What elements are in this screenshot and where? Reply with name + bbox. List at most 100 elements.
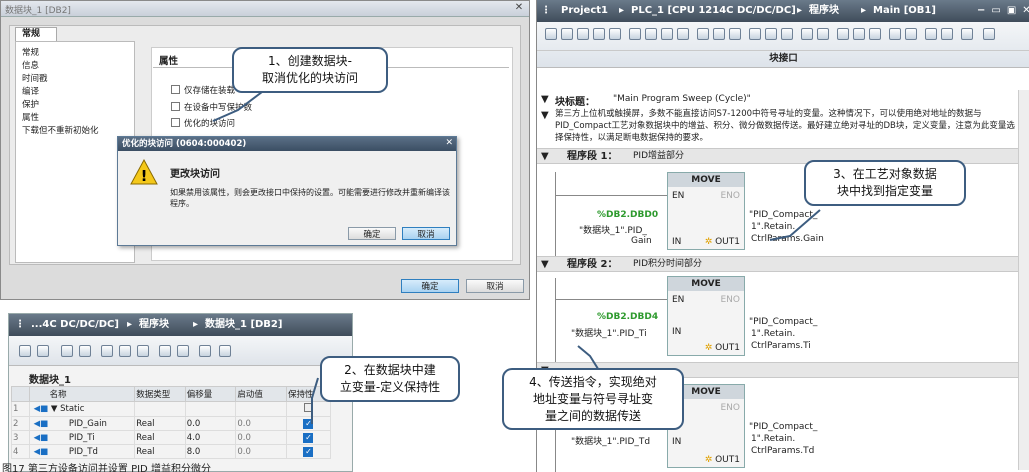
window-controls-icon[interactable]: −▭▣✕ [977, 0, 1029, 22]
comment-collapse-icon[interactable]: ▼ [541, 110, 549, 121]
start-value-icon[interactable] [137, 345, 149, 357]
table-row[interactable]: 1 ◀■ ▼ Static [11, 401, 332, 417]
nav-item-attributes[interactable]: 属性 [22, 111, 39, 123]
callout-text: 块中找到指定变量 [836, 184, 933, 198]
toolbar-icon[interactable] [661, 28, 673, 40]
write-protect-checkbox[interactable] [171, 102, 180, 111]
editor-toolbar: 块接口 [537, 22, 1029, 68]
toolbar-icon[interactable] [941, 28, 953, 40]
row-number: 3 [11, 430, 30, 445]
retain-checkbox-checked[interactable]: ✓ [303, 446, 314, 457]
toolbar-icon[interactable] [697, 28, 709, 40]
toolbar-icon[interactable] [749, 28, 761, 40]
collapse-icon[interactable]: ▼ [541, 149, 549, 164]
input-symbol[interactable]: "数据块_1".PID_Td [571, 434, 650, 447]
toolbar-icon[interactable] [545, 28, 557, 40]
var-offset: 4.0 [184, 430, 237, 445]
breadcrumb-item[interactable]: 程序块 [809, 0, 839, 22]
load-memory-only-checkbox[interactable] [171, 85, 180, 94]
settings-icon[interactable] [219, 345, 231, 357]
nav-item-timestamp[interactable]: 时间戳 [22, 72, 48, 84]
breadcrumb-item[interactable]: 数据块_1 [DB2] [205, 314, 282, 336]
toolbar-icon[interactable] [765, 28, 777, 40]
dialog-cancel-button[interactable]: 取消 [402, 227, 450, 240]
toolbar-icon[interactable] [593, 28, 605, 40]
breadcrumb-item[interactable]: Project1 [561, 0, 608, 22]
block-comment[interactable]: 第三方上位机或触摸屏，多数不能直接访问S7-1200中符号寻址的变量。这种情况下… [555, 108, 1021, 144]
monitor-icon[interactable] [159, 345, 171, 357]
insert-row-icon[interactable] [19, 345, 31, 357]
tab-general[interactable]: 常规 [15, 27, 57, 41]
retain-checkbox-checked[interactable]: ✓ [303, 418, 314, 429]
toolbar-icon[interactable] [577, 28, 589, 40]
toolbar-icon[interactable] [729, 28, 741, 40]
collapse-icon[interactable] [79, 345, 91, 357]
toolbar-icon[interactable] [837, 28, 849, 40]
close-icon[interactable]: ✕ [445, 138, 453, 148]
add-row-icon[interactable] [37, 345, 49, 357]
row-number: 2 [11, 416, 30, 431]
nav-item-download[interactable]: 下载但不重新初始化 [22, 124, 99, 136]
toolbar-icon[interactable] [801, 28, 813, 40]
network-2-header[interactable]: ▼ 程序段 2： PID积分时间部分 [537, 256, 1029, 272]
breadcrumb-item[interactable]: Main [OB1] [873, 0, 936, 22]
toolbar-icon[interactable] [983, 28, 995, 40]
collapse-icon[interactable]: ▼ [541, 257, 549, 272]
dialog-ok-button[interactable]: 确定 [348, 227, 396, 240]
move-block[interactable]: MOVE EN ENO IN ✲ OUT1 [667, 276, 745, 356]
nav-item-protection[interactable]: 保护 [22, 98, 39, 110]
var-type: Real [134, 416, 186, 431]
overview-icon[interactable] [199, 345, 211, 357]
table-row[interactable]: 2 ◀■ PID_Gain Real 0.0 0.0 ✓ [11, 416, 332, 431]
toolbar-icon[interactable] [869, 28, 881, 40]
nav-item-general[interactable]: 常规 [22, 46, 39, 58]
toolbar-icon[interactable] [677, 28, 689, 40]
toolbar-icon[interactable] [645, 28, 657, 40]
collapse-icon[interactable]: ▼ [541, 94, 549, 105]
snapshot-icon[interactable] [101, 345, 113, 357]
toolbar-icon[interactable] [853, 28, 865, 40]
copy-snapshot-icon[interactable] [119, 345, 131, 357]
retain-checkbox-checked[interactable]: ✓ [303, 432, 314, 443]
toolbar-icon[interactable] [905, 28, 917, 40]
table-row[interactable]: 3 ◀■ PID_Ti Real 4.0 0.0 ✓ [11, 430, 332, 445]
output-symbol[interactable]: "PID_Compact_ [749, 317, 817, 327]
breadcrumb-item[interactable]: 程序块 [139, 314, 169, 336]
breadcrumb-separator-icon: ▸ [861, 5, 867, 16]
toolbar-icon[interactable] [925, 28, 937, 40]
ok-button[interactable]: 确定 [401, 279, 459, 293]
close-icon[interactable]: ✕ [513, 2, 525, 14]
output-symbol[interactable]: "PID_Compact_ [749, 210, 817, 220]
output-symbol[interactable]: "PID_Compact_ [749, 422, 817, 432]
vertical-scrollbar[interactable] [1018, 90, 1029, 470]
retain-checkbox[interactable] [303, 403, 313, 412]
table-row[interactable]: 4 ◀■ PID_Td Real 8.0 0.0 ✓ [11, 444, 332, 459]
input-address[interactable]: %DB2.DBD0 [597, 210, 658, 220]
nav-item-info[interactable]: 信息 [22, 59, 39, 71]
cancel-button[interactable]: 取消 [466, 279, 524, 293]
toolbar-icon[interactable] [781, 28, 793, 40]
toolbar-icon[interactable] [961, 28, 973, 40]
window-titlebar: 数据块_1 [DB2] ✕ [1, 1, 529, 17]
toolbar-icon[interactable] [629, 28, 641, 40]
toolbar-icon[interactable] [713, 28, 725, 40]
input-symbol[interactable]: "数据块_1".PID_ [579, 223, 647, 236]
breadcrumb-item[interactable]: ...4C DC/DC/DC] [31, 314, 119, 336]
expand-icon[interactable] [61, 345, 73, 357]
reset-icon[interactable] [177, 345, 189, 357]
optimized-access-checkbox[interactable] [171, 118, 180, 127]
db-editor-window: ⋮ ...4C DC/DC/DC] ▸ 程序块 ▸ 数据块_1 [DB2] 数据… [8, 313, 353, 472]
toolbar-icon[interactable] [561, 28, 573, 40]
nav-item-compile[interactable]: 编译 [22, 85, 39, 97]
block-interface-label[interactable]: 块接口 [537, 50, 1029, 66]
toolbar-icon[interactable] [817, 28, 829, 40]
toolbar-icon[interactable] [889, 28, 901, 40]
move-block[interactable]: MOVE EN ENO IN ✲ OUT1 [667, 172, 745, 250]
input-address[interactable]: %DB2.DBD4 [597, 312, 658, 322]
breadcrumb-item[interactable]: PLC_1 [CPU 1214C DC/DC/DC] [631, 0, 796, 22]
instruction-name: MOVE [668, 173, 744, 187]
toolbar-icon[interactable] [609, 28, 621, 40]
breadcrumb: ⋮ Project1 ▸ PLC_1 [CPU 1214C DC/DC/DC] … [537, 0, 1029, 22]
input-symbol[interactable]: "数据块_1".PID_Ti [571, 326, 647, 339]
figure-caption: 图17 第三方设备访问并设置 PID 增益积分微分 [2, 464, 211, 472]
